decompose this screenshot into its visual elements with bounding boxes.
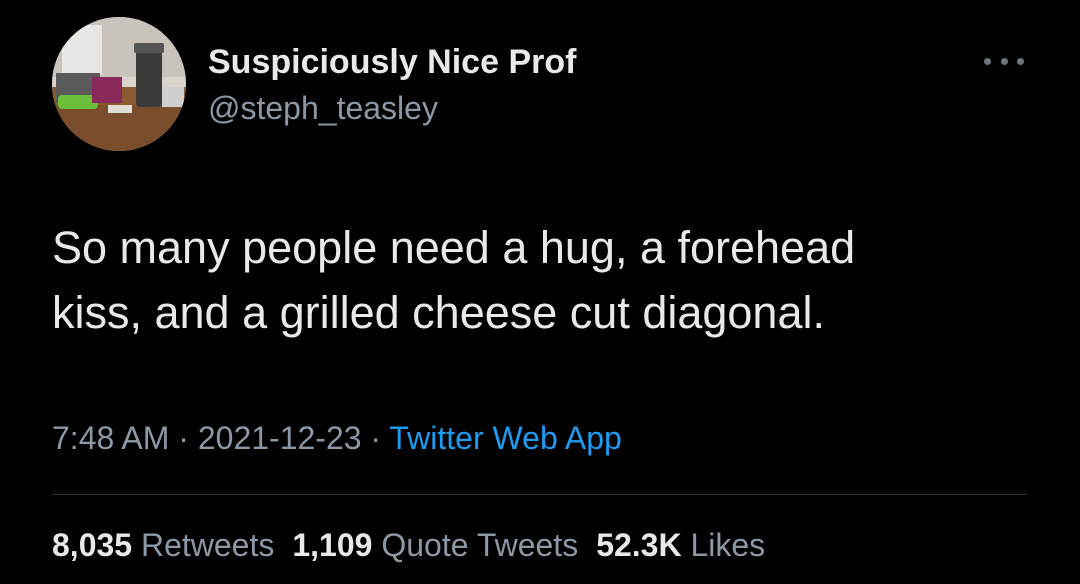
quote-tweets-count: 1,109 <box>292 527 373 563</box>
likes-count: 52.3K <box>596 527 682 563</box>
avatar[interactable] <box>52 17 186 151</box>
more-dot <box>984 57 991 65</box>
meta-separator: · <box>169 420 198 456</box>
tweet-date[interactable]: 2021-12-23 <box>198 420 362 456</box>
tweet-time[interactable]: 7:48 AM <box>52 420 169 456</box>
tweet-text-line: kiss, and a grilled cheese cut diagonal. <box>52 287 825 338</box>
tweet-source-link[interactable]: Twitter Web App <box>389 420 621 456</box>
author-handle[interactable]: @steph_teasley <box>208 90 438 127</box>
retweets-stat[interactable]: 8,035 Retweets <box>52 527 274 563</box>
more-dot <box>1017 57 1024 65</box>
quote-tweets-label: Quote Tweets <box>381 527 579 563</box>
tweet-text: So many people need a hug, a forehead ki… <box>52 215 1052 345</box>
tweet-metadata: 7:48 AM · 2021-12-23 · Twitter Web App <box>52 420 622 457</box>
tweet-text-line: So many people need a hug, a forehead <box>52 222 856 273</box>
more-dot <box>1000 57 1008 65</box>
more-horizontal-icon[interactable] <box>984 54 1024 68</box>
meta-separator: · <box>361 420 390 456</box>
retweets-count: 8,035 <box>52 527 133 563</box>
avatar-photo <box>52 17 186 151</box>
divider <box>52 494 1027 495</box>
quote-tweets-stat[interactable]: 1,109 Quote Tweets <box>292 527 578 563</box>
retweets-label: Retweets <box>140 527 275 563</box>
tweet-stats: 8,035 Retweets 1,109 Quote Tweets 52.3K Li… <box>52 527 783 564</box>
likes-stat[interactable]: 52.3K Likes <box>596 527 765 563</box>
author-display-name[interactable]: Suspiciously Nice Prof <box>208 43 576 82</box>
likes-label: Likes <box>690 527 766 563</box>
